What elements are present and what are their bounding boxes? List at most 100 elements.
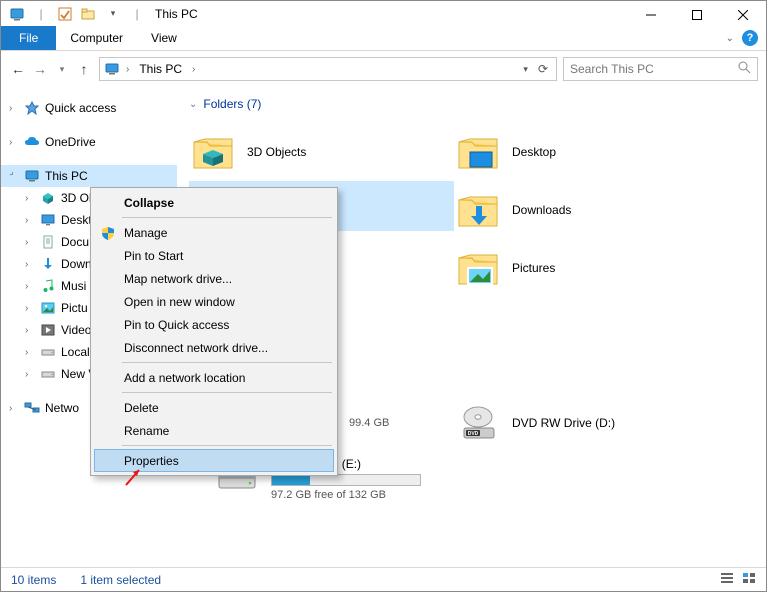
tree-onedrive[interactable]: › OneDrive <box>1 131 177 153</box>
tree-label: Docu <box>61 235 89 249</box>
close-button[interactable] <box>720 1 766 29</box>
window-title: This PC <box>155 7 198 21</box>
folder-label: Downloads <box>512 203 571 217</box>
pictures-icon <box>39 300 57 316</box>
maximize-button[interactable] <box>674 1 720 29</box>
ctx-map-drive[interactable]: Map network drive... <box>94 267 334 290</box>
ctx-open-new-window[interactable]: Open in new window <box>94 290 334 313</box>
tab-view[interactable]: View <box>137 26 191 50</box>
ctx-collapse[interactable]: Collapse <box>94 191 334 214</box>
ctx-add-network-location[interactable]: Add a network location <box>94 366 334 389</box>
drive-free-text: 99.4 GB <box>349 417 389 429</box>
recent-dropdown[interactable]: ▾ <box>53 64 71 75</box>
documents-icon <box>39 234 57 250</box>
folder-label: Pictures <box>512 261 555 275</box>
ctx-disconnect-drive[interactable]: Disconnect network drive... <box>94 336 334 359</box>
magnifier-icon <box>738 61 751 77</box>
breadcrumb-location[interactable]: This PC <box>135 62 186 76</box>
tree-quick-access[interactable]: › Quick access <box>1 97 177 119</box>
address-bar[interactable]: › This PC › ▾ ⟳ <box>99 57 557 81</box>
music-icon <box>39 278 57 294</box>
drive-icon <box>39 344 57 360</box>
drive-label: DVD RW Drive (D:) <box>512 416 615 430</box>
view-large-icons-icon[interactable] <box>742 572 756 587</box>
annotation-arrow <box>123 466 145 488</box>
search-input[interactable]: Search This PC <box>563 57 758 81</box>
drive-dvd[interactable]: DVD DVD RW Drive (D:) <box>454 395 719 451</box>
chevron-down-icon[interactable]: ⌄ <box>189 99 197 110</box>
search-placeholder: Search This PC <box>570 62 654 76</box>
qat-properties-icon[interactable] <box>56 5 74 23</box>
forward-button[interactable]: → <box>31 61 49 77</box>
pc-icon <box>23 168 41 184</box>
videos-icon <box>39 322 57 338</box>
folder-desktop[interactable]: Desktop <box>454 123 719 181</box>
status-selected: 1 item selected <box>80 573 161 587</box>
tree-label: Netwo <box>45 401 79 415</box>
window-controls <box>628 1 766 29</box>
chevron-right-icon[interactable]: › <box>9 137 19 148</box>
help-icon[interactable]: ? <box>742 30 758 46</box>
folder-label: Desktop <box>512 145 556 159</box>
folder-pictures-icon <box>454 244 502 292</box>
folder-3d-objects[interactable]: 3D Objects <box>189 123 454 181</box>
tree-label: OneDrive <box>45 135 96 149</box>
tree-label: Local <box>61 345 90 359</box>
star-icon <box>23 100 41 116</box>
navigation-row: ← → ▾ ↑ › This PC › ▾ ⟳ Search This PC <box>1 51 766 87</box>
folders-group-header[interactable]: ⌄ Folders (7) <box>189 97 766 111</box>
status-items: 10 items <box>11 573 56 587</box>
tree-label: Down <box>61 257 92 271</box>
tab-file[interactable]: File <box>1 26 56 50</box>
folder-label: 3D Objects <box>247 145 306 159</box>
folder-pictures[interactable]: Pictures <box>454 239 719 297</box>
tree-label: Quick access <box>45 101 116 115</box>
shield-icon <box>100 225 116 241</box>
pc-icon <box>104 61 120 77</box>
network-icon <box>23 400 41 416</box>
app-icon <box>8 5 26 23</box>
cube-icon <box>39 190 57 206</box>
chevron-right-icon-2[interactable]: › <box>192 64 195 75</box>
back-button[interactable]: ← <box>9 61 27 77</box>
ctx-pin-start[interactable]: Pin to Start <box>94 244 334 267</box>
cloud-icon <box>23 134 41 150</box>
minimize-button[interactable] <box>628 1 674 29</box>
tree-label: This PC <box>45 169 88 183</box>
tree-label: Pictu <box>61 301 88 315</box>
view-details-icon[interactable] <box>720 572 734 587</box>
chevron-down-icon[interactable]: › <box>7 169 22 184</box>
drive-icon <box>39 366 57 382</box>
ctx-pin-quick-access[interactable]: Pin to Quick access <box>94 313 334 336</box>
downloads-icon <box>39 256 57 272</box>
folder-3d-icon <box>189 128 237 176</box>
qat-separator-2: | <box>128 5 146 23</box>
group-title: Folders (7) <box>203 97 261 111</box>
drive-free-text: 97.2 GB free of 132 GB <box>271 489 421 501</box>
tree-this-pc[interactable]: › This PC <box>1 165 177 187</box>
svg-text:DVD: DVD <box>468 431 479 437</box>
chevron-right-icon[interactable]: › <box>126 64 129 75</box>
chevron-right-icon[interactable]: › <box>9 103 19 114</box>
tree-label: Video <box>61 323 91 337</box>
folder-downloads[interactable]: Downloads <box>454 181 719 239</box>
tab-computer[interactable]: Computer <box>56 26 137 50</box>
ribbon-collapse-icon[interactable]: ⌄ <box>726 33 734 44</box>
folder-desktop-icon <box>454 128 502 176</box>
qat-dropdown-icon[interactable]: ▾ <box>104 5 122 23</box>
ctx-manage[interactable]: Manage <box>94 221 334 244</box>
ctx-delete[interactable]: Delete <box>94 396 334 419</box>
address-dropdown-icon[interactable]: ▾ <box>519 64 532 75</box>
folder-downloads-icon <box>454 186 502 234</box>
refresh-icon[interactable]: ⟳ <box>534 62 552 76</box>
dvd-drive-icon: DVD <box>454 399 502 447</box>
status-bar: 10 items 1 item selected <box>1 567 766 591</box>
context-menu: Collapse Manage Pin to Start Map network… <box>90 187 338 476</box>
qat-newfolder-icon[interactable] <box>80 5 98 23</box>
desktop-icon <box>39 212 57 228</box>
ctx-rename[interactable]: Rename <box>94 419 334 442</box>
up-button[interactable]: ↑ <box>75 61 93 77</box>
tree-label: Musi <box>61 279 86 293</box>
tree-label: Deskt <box>61 213 92 227</box>
ribbon-tabs: File Computer View ⌄ ? <box>1 26 766 51</box>
